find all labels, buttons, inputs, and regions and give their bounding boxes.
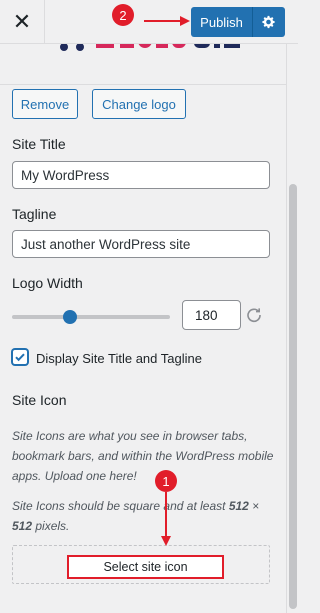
remove-logo-button[interactable]: Remove: [12, 89, 78, 119]
annotation-badge-1: 1: [155, 470, 177, 492]
site-identity-panel: Remove Change logo Site Title My WordPre…: [0, 44, 286, 613]
logo-width-input[interactable]: 180: [182, 300, 241, 330]
close-icon: ✕: [12, 9, 32, 34]
change-logo-button[interactable]: Change logo: [92, 89, 186, 119]
scrollbar-thumb[interactable]: [289, 184, 297, 609]
logo-divider: [0, 84, 286, 85]
gear-icon: [262, 15, 275, 29]
reset-icon[interactable]: [246, 307, 262, 323]
customizer-header: ✕ Publish: [0, 0, 298, 44]
close-customizer-button[interactable]: ✕: [0, 0, 45, 44]
publish-settings-button[interactable]: [253, 7, 285, 37]
site-icon-size-note: Site Icons should be square and at least…: [12, 499, 260, 533]
checkmark-icon: [15, 353, 25, 362]
site-title-input[interactable]: My WordPress: [12, 161, 270, 189]
site-icon-heading: Site Icon: [12, 392, 67, 408]
display-title-label[interactable]: Display Site Title and Tagline: [36, 351, 202, 366]
site-icon-description: Site Icons are what you see in browser t…: [12, 429, 274, 483]
publish-button[interactable]: Publish: [191, 7, 253, 37]
tagline-input[interactable]: Just another WordPress site: [12, 230, 270, 258]
logo-width-slider[interactable]: [12, 310, 170, 324]
site-title-label: Site Title: [12, 136, 66, 152]
site-logo-preview: [60, 44, 240, 51]
panel-scrollbar[interactable]: [286, 44, 298, 613]
select-site-icon-button[interactable]: Select site icon: [67, 555, 224, 579]
display-title-checkbox[interactable]: [12, 349, 28, 365]
tagline-label: Tagline: [12, 206, 57, 222]
logo-width-slider-thumb[interactable]: [63, 310, 78, 324]
publish-button-group: Publish: [191, 7, 285, 37]
annotation-badge-2: 2: [112, 4, 134, 26]
logo-width-label: Logo Width: [12, 275, 83, 291]
